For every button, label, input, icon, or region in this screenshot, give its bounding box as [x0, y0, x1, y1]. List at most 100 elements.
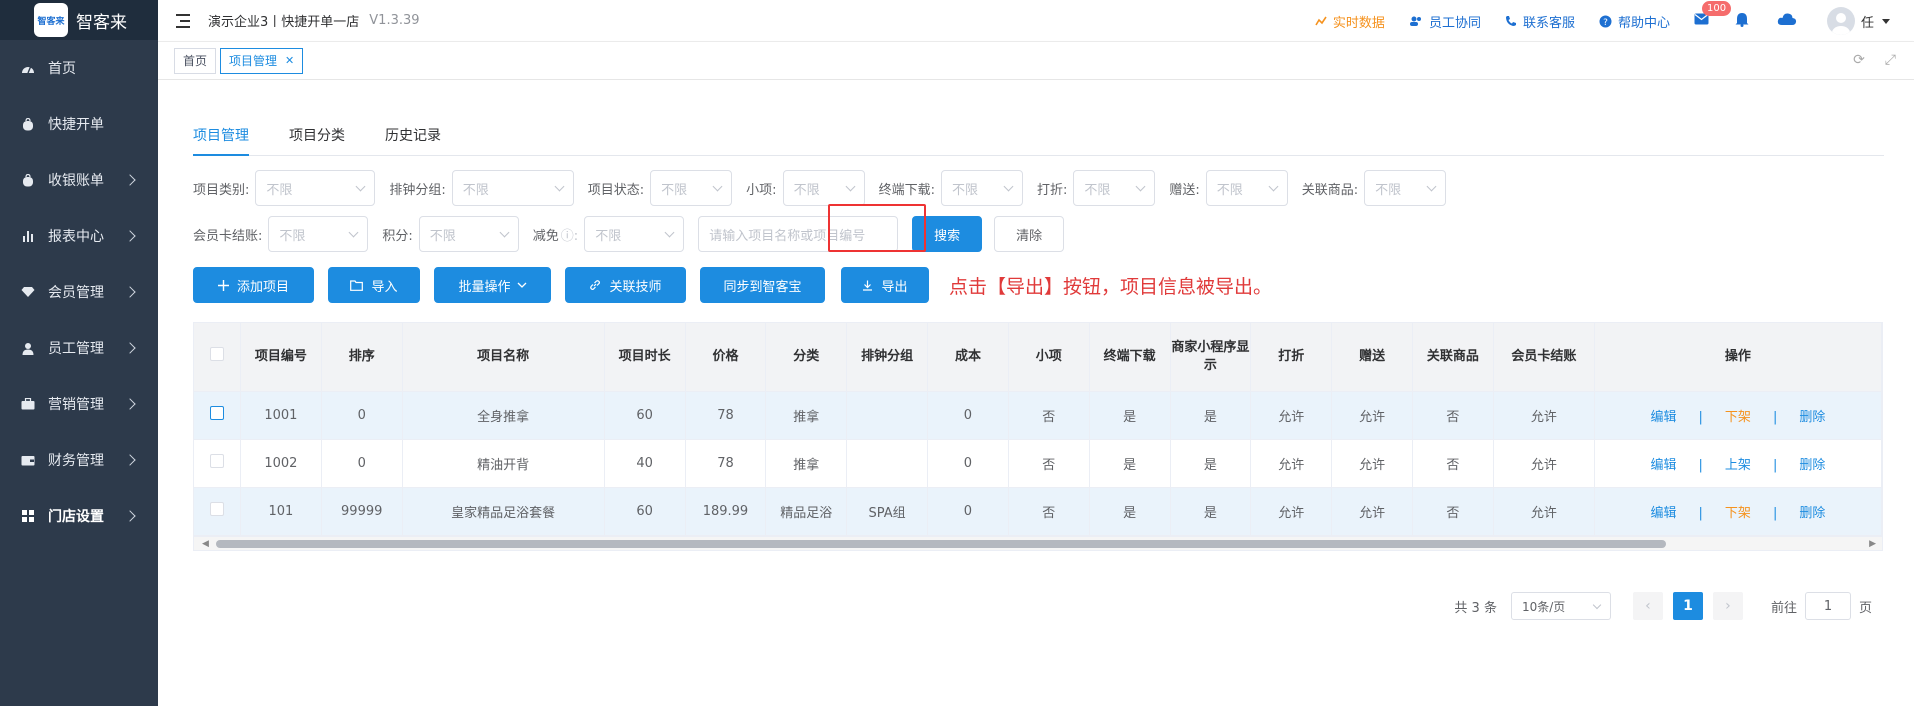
delete-link[interactable]: 删除	[1799, 458, 1825, 473]
filter-select-2[interactable]: 不限	[650, 170, 733, 206]
clear-button[interactable]: 清除	[994, 216, 1065, 252]
close-icon[interactable]: ✕	[285, 54, 294, 67]
add-project-button[interactable]: 添加项目	[193, 267, 314, 303]
scroll-left-icon[interactable]: ◀	[202, 539, 209, 549]
annotation-note: 点击【导出】按钮，项目信息被导出。	[949, 275, 1273, 298]
toggle-shelf-link[interactable]: 下架	[1725, 506, 1751, 521]
page-unit-label: 页	[1858, 600, 1872, 616]
cell-name: 全身推拿	[402, 391, 605, 440]
filter-select-row2-0[interactable]: 不限	[268, 216, 369, 252]
cell-cat: 推拿	[765, 391, 848, 440]
export-button[interactable]: 导出	[841, 267, 929, 303]
import-button[interactable]: 导入	[328, 267, 420, 303]
sidebar-item-2[interactable]: 收银账单	[0, 152, 158, 208]
action-bar: 添加项目 导入 批量操作 关联技师 同步到智客宝 导出 点击【导出】按钮，项目信…	[193, 266, 1914, 304]
delete-link[interactable]: 删除	[1799, 506, 1825, 521]
avatar	[1826, 7, 1855, 35]
filter-select-7[interactable]: 不限	[1364, 170, 1447, 206]
cell-card: 允许	[1493, 487, 1595, 536]
cell-linked: 否	[1412, 439, 1494, 488]
sidebar-item-4[interactable]: 会员管理	[0, 264, 158, 320]
next-page-button[interactable]: ›	[1712, 592, 1743, 620]
cloud-icon	[1777, 13, 1797, 25]
page-number-button[interactable]: 1	[1672, 592, 1703, 620]
tab-project-management[interactable]: 项目管理	[193, 125, 249, 156]
column-header: 会员卡结账	[1493, 323, 1595, 392]
cell-name: 皇家精品足浴套餐	[402, 487, 605, 536]
bar-chart-icon	[20, 228, 36, 244]
filter-select-row2-1[interactable]: 不限	[418, 216, 519, 252]
sidebar-item-6[interactable]: 营销管理	[0, 376, 158, 432]
goto-label: 前往	[1770, 600, 1797, 616]
cell-small: 否	[1008, 391, 1090, 440]
horizontal-scrollbar[interactable]: ◀ ▶	[194, 535, 1882, 550]
sidebar-item-5[interactable]: 员工管理	[0, 320, 158, 376]
filter-select-1[interactable]: 不限	[451, 170, 574, 206]
table-header-row: 项目编号 排序 项目名称 项目时长 价格 分类 排钟分组 成本 小项 终端下载 商家小程序显示 打折赠…	[194, 323, 1883, 392]
realtime-data-link[interactable]: 实时数据	[1315, 12, 1385, 31]
tag-current-label: 项目管理	[229, 54, 278, 68]
page-size-select[interactable]: 10条/页	[1510, 592, 1611, 620]
tab-project-category[interactable]: 项目分类	[289, 125, 345, 155]
batch-operation-button[interactable]: 批量操作	[434, 267, 551, 303]
row-checkbox[interactable]	[209, 502, 224, 516]
sidebar-item-8[interactable]: 门店设置	[0, 488, 158, 544]
cell-mini: 是	[1170, 487, 1252, 536]
cell-gift: 允许	[1331, 487, 1413, 536]
row-checkbox[interactable]	[209, 406, 224, 420]
delete-link[interactable]: 删除	[1799, 410, 1825, 425]
cloud-button[interactable]	[1777, 12, 1797, 30]
toggle-shelf-link[interactable]: 下架	[1725, 410, 1751, 425]
sidebar-item-1[interactable]: 快捷开单	[0, 96, 158, 152]
edit-link[interactable]: 编辑	[1651, 458, 1677, 473]
cell-mini: 是	[1170, 439, 1252, 488]
sync-button[interactable]: 同步到智客宝	[700, 267, 825, 303]
filter-select-row2-2[interactable]: 不限	[584, 216, 685, 252]
add-project-label: 添加项目	[236, 279, 289, 295]
filter-value: 不限	[951, 182, 978, 198]
toggle-shelf-link[interactable]: 上架	[1725, 458, 1751, 473]
fullscreen-icon[interactable]: ⤢	[1885, 52, 1896, 68]
link-technician-button[interactable]: 关联技师	[565, 267, 686, 303]
sidebar-item-7[interactable]: 财务管理	[0, 432, 158, 488]
notification-button[interactable]	[1735, 12, 1749, 31]
mail-badge: 100	[1701, 1, 1732, 16]
refresh-icon[interactable]: ⟳	[1853, 52, 1865, 68]
menu-toggle-icon[interactable]	[176, 13, 194, 28]
wallet-icon	[20, 452, 36, 468]
mail-button[interactable]: 100	[1694, 1, 1732, 29]
filter-select-6[interactable]: 不限	[1205, 170, 1288, 206]
select-all-checkbox[interactable]	[209, 346, 224, 361]
scrollbar-thumb[interactable]	[216, 539, 1666, 548]
user-menu[interactable]: 任	[1826, 7, 1890, 35]
business-name: 演示企业3丨快捷开单一店	[208, 15, 360, 30]
help-center-link[interactable]: ? 帮助中心	[1599, 12, 1670, 31]
staff-collab-link[interactable]: 员工协同	[1409, 12, 1481, 31]
filter-select-5[interactable]: 不限	[1073, 170, 1156, 206]
filter-label: 小项:	[746, 182, 777, 198]
column-header: 关联商品	[1412, 323, 1494, 392]
bag-icon	[20, 116, 36, 132]
edit-link[interactable]: 编辑	[1651, 506, 1677, 521]
goto-page-input[interactable]: 1	[1804, 592, 1851, 620]
column-header: 价格	[685, 323, 767, 392]
select-all-header	[194, 323, 241, 392]
tag-home[interactable]: 首页	[174, 47, 217, 74]
scroll-right-icon[interactable]: ▶	[1869, 539, 1876, 549]
cell-cat: 推拿	[765, 439, 848, 488]
filter-select-3[interactable]: 不限	[782, 170, 865, 206]
prev-page-button[interactable]: ‹	[1632, 592, 1663, 620]
info-icon[interactable]: ⓘ:	[561, 225, 578, 244]
sidebar-item-label: 营销管理	[48, 397, 104, 413]
edit-link[interactable]: 编辑	[1651, 410, 1677, 425]
filter-select-0[interactable]: 不限	[255, 170, 376, 206]
sidebar-item-3[interactable]: 报表中心	[0, 208, 158, 264]
sidebar-item-0[interactable]: 首页	[0, 40, 158, 96]
tab-history[interactable]: 历史记录	[385, 125, 441, 155]
row-checkbox[interactable]	[209, 454, 224, 468]
table-row: 1002 0 精油开背 40 78 推拿 0 否是是允许 允许否允许 编辑 | 上架 | 删除	[194, 439, 1883, 488]
contact-service-label: 联系客服	[1522, 15, 1575, 31]
contact-service-link[interactable]: 联系客服	[1505, 12, 1575, 31]
tag-project-management[interactable]: 项目管理 ✕	[220, 47, 304, 74]
filter-select-4[interactable]: 不限	[940, 170, 1023, 206]
